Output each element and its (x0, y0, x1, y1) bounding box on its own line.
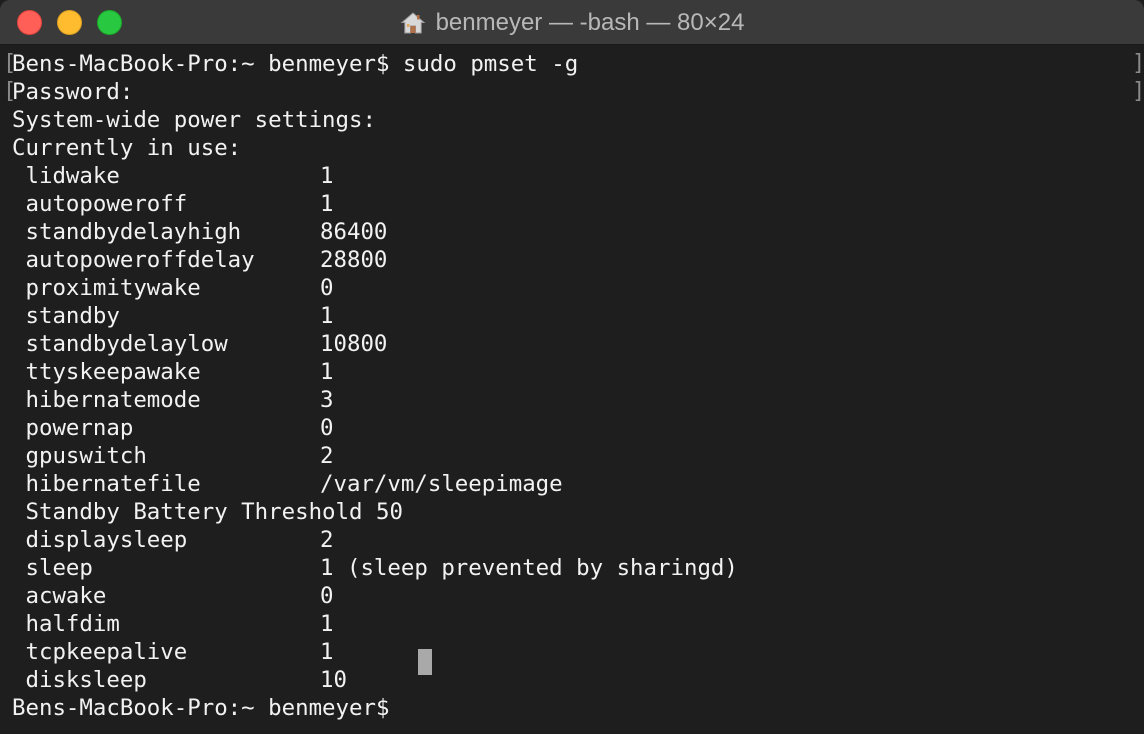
window-title-text: benmeyer — -bash — 80×24 (435, 8, 745, 36)
setting-value: 2 (320, 443, 334, 469)
setting-value: 86400 (320, 219, 388, 245)
setting-key: halfdim (12, 611, 120, 637)
setting-value: 1 (320, 611, 334, 637)
home-icon (400, 11, 425, 33)
setting-value: 1 (320, 163, 334, 189)
selection-bracket-close: ] (1132, 79, 1144, 104)
title-bar[interactable]: benmeyer — -bash — 80×24 (0, 0, 1144, 45)
setting-key: standby (12, 303, 120, 329)
selection-bracket-close: ] (1132, 51, 1144, 76)
setting-key: proximitywake (12, 275, 201, 301)
terminal-content[interactable]: [ ] [ ] Bens-MacBook-Pro:~ benmeyer$ sud… (0, 45, 1144, 734)
setting-key: autopoweroff (12, 191, 188, 217)
setting-key: hibernatefile (12, 471, 201, 497)
setting-value: 2 (320, 527, 334, 553)
password-prompt: Password: (12, 79, 134, 105)
setting-key: powernap (12, 415, 134, 441)
setting-value: 3 (320, 387, 334, 413)
setting-key: hibernatemode (12, 387, 201, 413)
setting-value: 0 (320, 415, 334, 441)
output-subheader: Currently in use: (12, 135, 242, 161)
setting-key: standbydelaylow (12, 331, 228, 357)
setting-value: 28800 (320, 247, 388, 273)
window-title: benmeyer — -bash — 80×24 (0, 0, 1144, 45)
setting-key: gpuswitch (12, 443, 147, 469)
setting-key: tcpkeepalive (12, 639, 188, 665)
setting-value: 1 (320, 359, 334, 385)
setting-key: Standby Battery Threshold 50 (12, 499, 403, 525)
setting-value: 0 (320, 275, 334, 301)
text-cursor (418, 649, 432, 675)
setting-key: sleep (12, 555, 93, 581)
setting-value: /var/vm/sleepimage (320, 471, 563, 497)
command-line: Bens-MacBook-Pro:~ benmeyer$ sudo pmset … (12, 51, 579, 77)
final-prompt: Bens-MacBook-Pro:~ benmeyer$ (12, 695, 390, 721)
setting-key: acwake (12, 583, 107, 609)
setting-key: displaysleep (12, 527, 188, 553)
setting-value: 1 (320, 303, 334, 329)
setting-value: 1 (320, 639, 334, 665)
setting-key: lidwake (12, 163, 120, 189)
setting-key: standbydelayhigh (12, 219, 242, 245)
setting-value: 1 (sleep prevented by sharingd) (320, 555, 738, 581)
terminal-window: benmeyer — -bash — 80×24 [ ] [ ] Bens-Ma… (0, 0, 1144, 734)
setting-key: disksleep (12, 667, 147, 693)
output-header: System-wide power settings: (12, 107, 376, 133)
setting-key: autopoweroffdelay (12, 247, 255, 273)
setting-key: ttyskeepawake (12, 359, 201, 385)
setting-value: 10 (320, 667, 347, 693)
setting-value: 1 (320, 191, 334, 217)
setting-value: 10800 (320, 331, 388, 357)
setting-value: 0 (320, 583, 334, 609)
